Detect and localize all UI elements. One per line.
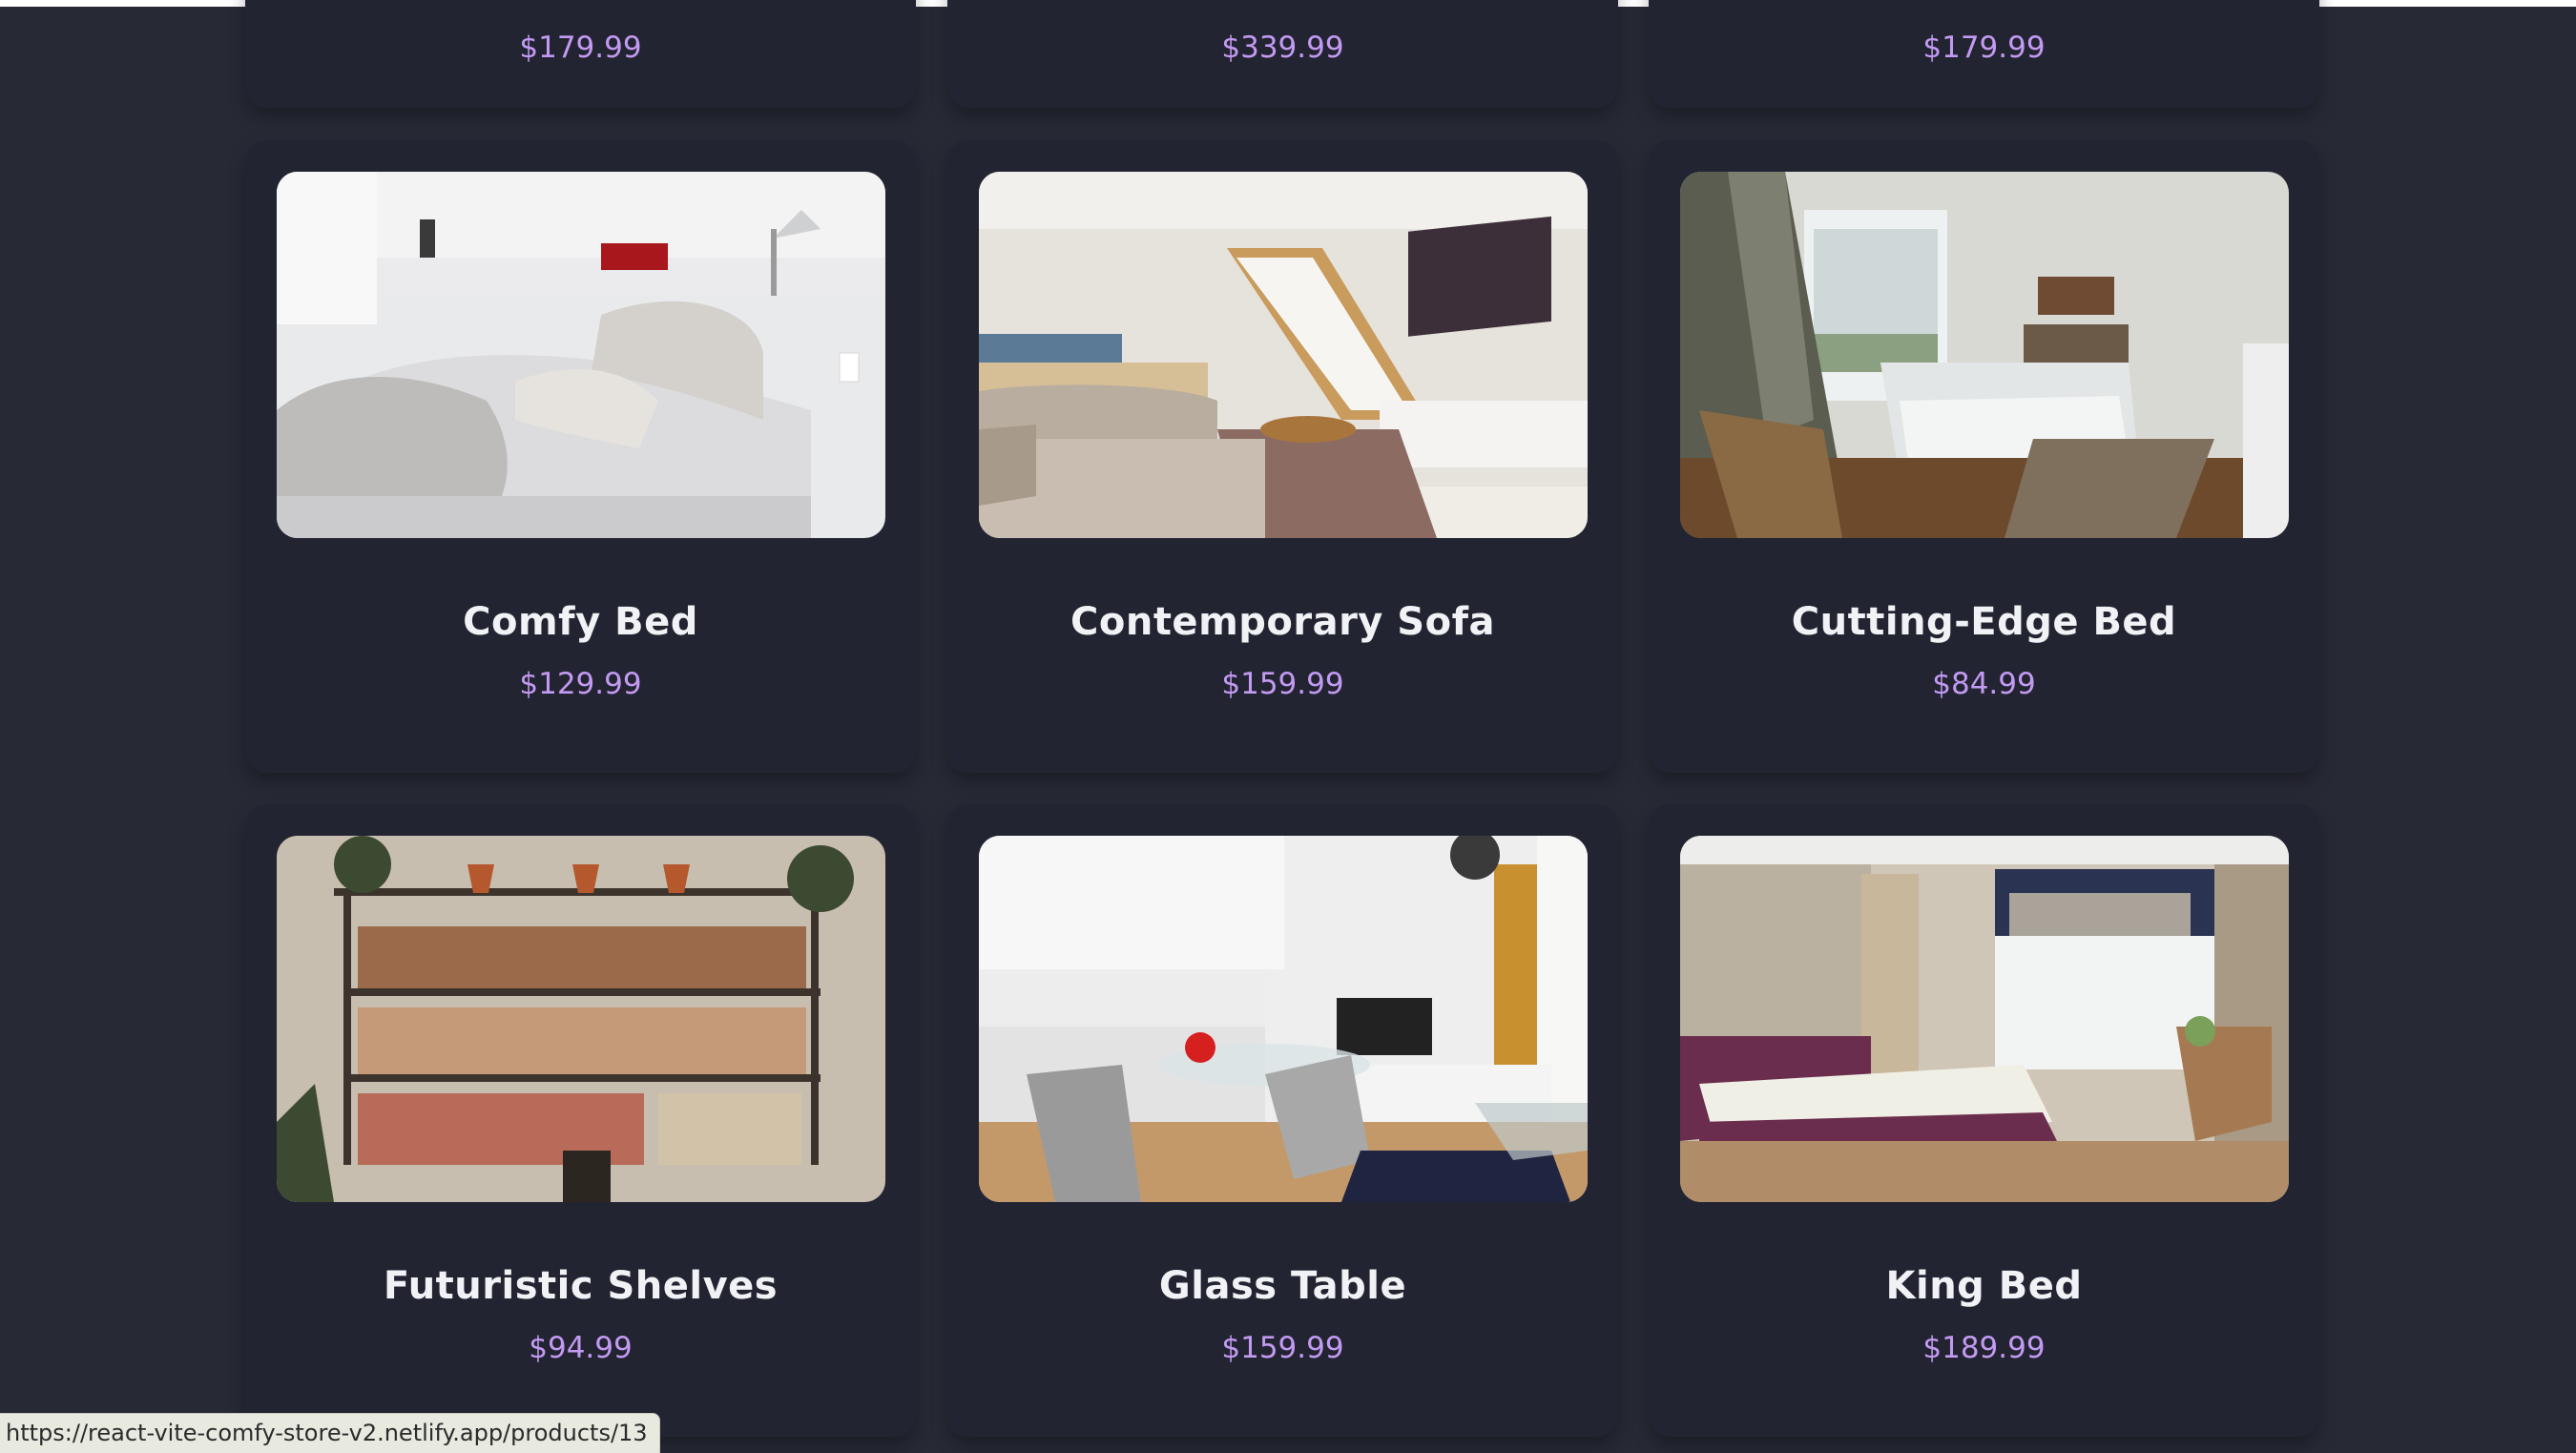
product-card[interactable]: $179.99 [1649,0,2319,108]
product-price: $339.99 [1221,31,1344,65]
product-card[interactable]: Cutting-Edge Bed $84.99 [1649,140,2319,773]
product-image-king-bed[interactable] [1680,836,2289,1202]
product-card[interactable]: King Bed $189.99 [1649,804,2319,1437]
product-card[interactable]: $339.99 [947,0,1618,108]
product-price: $129.99 [519,667,642,701]
product-price: $159.99 [1221,667,1344,701]
products-page: $179.99 $339.99 $179.99 Comfy Bed $129.9… [0,0,2576,1453]
product-price: $179.99 [1922,31,2046,65]
product-price: $94.99 [529,1331,633,1365]
product-image-contemporary-sofa[interactable] [979,172,1588,538]
product-price: $179.99 [519,31,642,65]
product-title[interactable]: Contemporary Sofa [947,600,1618,644]
product-price: $84.99 [1932,667,2036,701]
product-title[interactable]: Comfy Bed [245,600,916,644]
product-title[interactable]: Cutting-Edge Bed [1649,600,2319,644]
product-card[interactable]: Glass Table $159.99 [947,804,1618,1437]
product-image-futuristic-shelves[interactable] [277,836,885,1202]
product-image-comfy-bed[interactable] [277,172,885,538]
product-price: $189.99 [1922,1331,2046,1365]
product-title[interactable]: King Bed [1649,1264,2319,1308]
product-card[interactable]: Comfy Bed $129.99 [245,140,916,773]
product-card[interactable]: $179.99 [245,0,916,108]
link-status-bar: https://react-vite-comfy-store-v2.netlif… [0,1413,660,1453]
product-title[interactable]: Glass Table [947,1264,1618,1308]
product-card[interactable]: Contemporary Sofa $159.99 [947,140,1618,773]
product-price: $159.99 [1221,1331,1344,1365]
product-title[interactable]: Futuristic Shelves [245,1264,916,1308]
product-image-cutting-edge-bed[interactable] [1680,172,2289,538]
product-image-glass-table[interactable] [979,836,1588,1202]
product-card[interactable]: Futuristic Shelves $94.99 [245,804,916,1437]
